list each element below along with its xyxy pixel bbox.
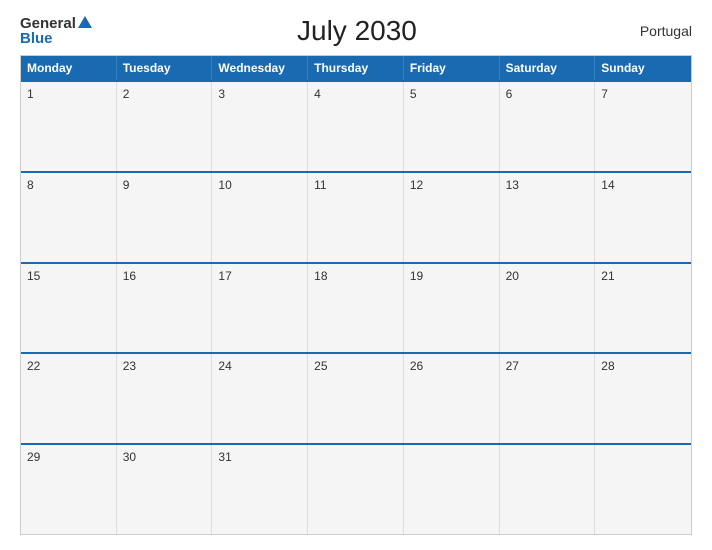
day-number: 1 xyxy=(27,87,34,101)
cal-cell: 25 xyxy=(308,354,404,443)
cal-cell: 6 xyxy=(500,82,596,171)
cal-cell: 28 xyxy=(595,354,691,443)
cal-header-wednesday: Wednesday xyxy=(212,56,308,80)
day-number: 3 xyxy=(218,87,225,101)
day-number: 20 xyxy=(506,269,519,283)
cal-cell xyxy=(308,445,404,534)
cal-header-monday: Monday xyxy=(21,56,117,80)
cal-cell: 30 xyxy=(117,445,213,534)
day-number: 9 xyxy=(123,178,130,192)
cal-cell: 21 xyxy=(595,264,691,353)
day-number: 19 xyxy=(410,269,423,283)
cal-cell: 7 xyxy=(595,82,691,171)
country-label: Portugal xyxy=(622,23,692,39)
calendar-title: July 2030 xyxy=(92,15,622,47)
cal-week-3: 15 16 17 18 19 20 21 xyxy=(21,262,691,353)
cal-cell: 18 xyxy=(308,264,404,353)
day-number: 29 xyxy=(27,450,40,464)
cal-cell: 29 xyxy=(21,445,117,534)
cal-header-saturday: Saturday xyxy=(500,56,596,80)
day-number: 30 xyxy=(123,450,136,464)
cal-cell: 1 xyxy=(21,82,117,171)
day-number: 10 xyxy=(218,178,231,192)
day-number: 13 xyxy=(506,178,519,192)
cal-cell: 3 xyxy=(212,82,308,171)
cal-cell: 8 xyxy=(21,173,117,262)
cal-cell: 15 xyxy=(21,264,117,353)
cal-cell: 10 xyxy=(212,173,308,262)
cal-cell: 23 xyxy=(117,354,213,443)
day-number: 4 xyxy=(314,87,321,101)
cal-header-thursday: Thursday xyxy=(308,56,404,80)
cal-cell: 14 xyxy=(595,173,691,262)
cal-cell: 20 xyxy=(500,264,596,353)
cal-week-1: 1 2 3 4 5 6 7 xyxy=(21,80,691,171)
logo: General Blue xyxy=(20,16,92,46)
day-number: 24 xyxy=(218,359,231,373)
cal-cell: 12 xyxy=(404,173,500,262)
cal-cell: 16 xyxy=(117,264,213,353)
cal-cell: 4 xyxy=(308,82,404,171)
cal-cell: 11 xyxy=(308,173,404,262)
cal-cell: 17 xyxy=(212,264,308,353)
calendar-header-row: MondayTuesdayWednesdayThursdayFridaySatu… xyxy=(21,56,691,80)
cal-week-4: 22 23 24 25 26 27 28 xyxy=(21,352,691,443)
day-number: 22 xyxy=(27,359,40,373)
day-number: 16 xyxy=(123,269,136,283)
cal-header-friday: Friday xyxy=(404,56,500,80)
day-number: 26 xyxy=(410,359,423,373)
day-number: 15 xyxy=(27,269,40,283)
day-number: 2 xyxy=(123,87,130,101)
cal-cell: 19 xyxy=(404,264,500,353)
cal-cell: 31 xyxy=(212,445,308,534)
day-number: 7 xyxy=(601,87,608,101)
day-number: 14 xyxy=(601,178,614,192)
page: General Blue July 2030 Portugal MondayTu… xyxy=(0,0,712,550)
cal-cell: 9 xyxy=(117,173,213,262)
day-number: 23 xyxy=(123,359,136,373)
cal-cell: 13 xyxy=(500,173,596,262)
day-number: 18 xyxy=(314,269,327,283)
cal-cell xyxy=(595,445,691,534)
cal-cell: 26 xyxy=(404,354,500,443)
calendar-body: 1234567891011121314151617181920212223242… xyxy=(21,80,691,534)
cal-week-5: 29 30 31 xyxy=(21,443,691,534)
day-number: 25 xyxy=(314,359,327,373)
cal-cell: 27 xyxy=(500,354,596,443)
logo-blue-text: Blue xyxy=(20,31,53,46)
cal-cell: 5 xyxy=(404,82,500,171)
day-number: 11 xyxy=(314,178,326,192)
cal-cell: 2 xyxy=(117,82,213,171)
day-number: 5 xyxy=(410,87,417,101)
header: General Blue July 2030 Portugal xyxy=(20,15,692,47)
cal-header-tuesday: Tuesday xyxy=(117,56,213,80)
cal-cell xyxy=(500,445,596,534)
logo-triangle-icon xyxy=(78,16,92,28)
cal-header-sunday: Sunday xyxy=(595,56,691,80)
day-number: 6 xyxy=(506,87,513,101)
calendar: MondayTuesdayWednesdayThursdayFridaySatu… xyxy=(20,55,692,535)
day-number: 21 xyxy=(601,269,614,283)
logo-general-text: General xyxy=(20,16,76,31)
day-number: 8 xyxy=(27,178,34,192)
day-number: 17 xyxy=(218,269,231,283)
day-number: 28 xyxy=(601,359,614,373)
day-number: 27 xyxy=(506,359,519,373)
cal-cell: 22 xyxy=(21,354,117,443)
cal-cell: 24 xyxy=(212,354,308,443)
cal-cell xyxy=(404,445,500,534)
day-number: 12 xyxy=(410,178,423,192)
cal-week-2: 8 9 10 11 12 13 14 xyxy=(21,171,691,262)
day-number: 31 xyxy=(218,450,231,464)
